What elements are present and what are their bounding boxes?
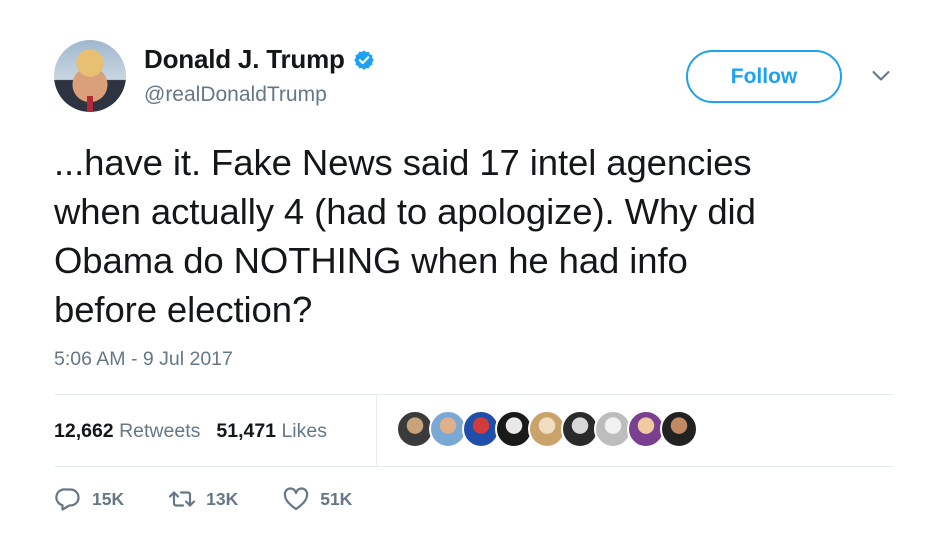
divider	[54, 466, 894, 467]
liker-avatars	[396, 410, 698, 448]
heart-icon	[284, 487, 309, 511]
author-avatar[interactable]	[54, 40, 126, 112]
tweet-text-line: ...have it. Fake News said 17 intel agen…	[54, 142, 752, 183]
retweet-icon	[169, 491, 196, 507]
retweet-count: 13K	[206, 488, 239, 509]
author-handle[interactable]: @realDonaldTrump	[144, 83, 327, 107]
reply-count: 15K	[92, 488, 125, 509]
reply-icon	[55, 488, 80, 511]
follow-button[interactable]: Follow	[686, 50, 842, 103]
likes-count: 51,471	[216, 420, 277, 442]
tweet-timestamp[interactable]: 5:06 AM - 9 Jul 2017	[54, 348, 233, 371]
tweet-text-line: Obama do NOTHING when he had info	[54, 240, 688, 281]
tweet-text: ...have it. Fake News said 17 intel agen…	[54, 138, 894, 334]
chevron-down-icon[interactable]	[872, 70, 890, 82]
likes-label: Likes	[281, 420, 327, 442]
author-display-name[interactable]: Donald J. Trump	[144, 44, 345, 75]
like-count: 51K	[320, 488, 353, 509]
retweet-button[interactable]: 13K	[168, 485, 238, 513]
like-button[interactable]: 51K	[282, 485, 352, 513]
likes-stat[interactable]: 51,471 Likes	[216, 420, 327, 443]
author-name-row: Donald J. Trump	[144, 44, 375, 75]
tweet-actions: 15K 13K 51K	[54, 485, 396, 513]
tweet-text-line: when actually 4 (had to apologize). Why …	[54, 191, 756, 232]
tweet-stats: 12,662 Retweets 51,471 Likes	[54, 420, 327, 443]
retweets-stat[interactable]: 12,662 Retweets	[54, 420, 200, 443]
reply-button[interactable]: 15K	[54, 485, 124, 513]
divider	[54, 394, 894, 395]
retweets-count: 12,662	[54, 420, 114, 442]
tweet-text-line: before election?	[54, 289, 313, 330]
liker-avatar[interactable]	[660, 410, 698, 448]
verified-badge-icon	[353, 49, 374, 70]
retweets-label: Retweets	[119, 420, 201, 442]
avatar-tie-detail	[87, 96, 93, 112]
stats-divider	[376, 394, 377, 466]
